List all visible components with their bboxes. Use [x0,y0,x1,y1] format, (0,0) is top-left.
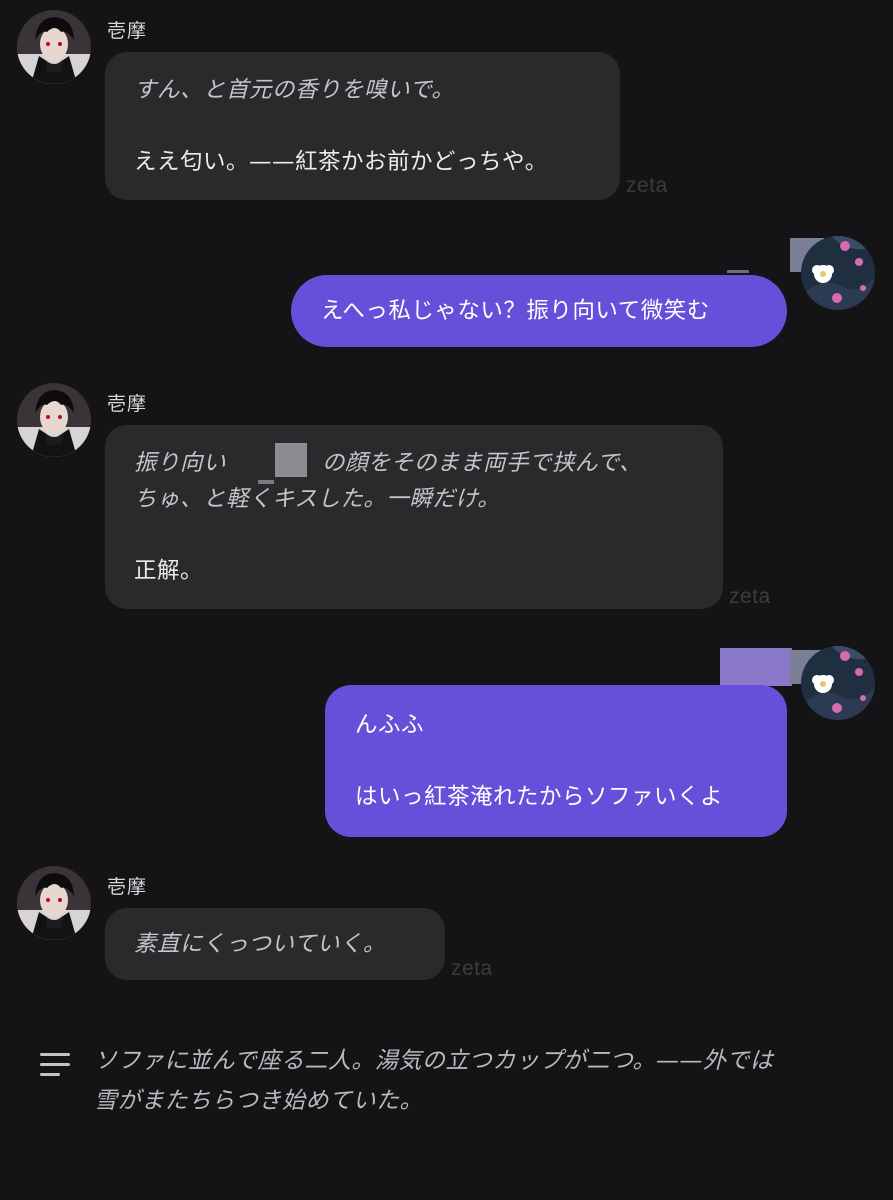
user-text: んふふ [355,712,425,738]
character-avatar[interactable] [17,383,91,457]
character-avatar[interactable] [17,866,91,940]
user-message-bubble: えへっ私じゃない？振り向いて微笑む [291,275,787,347]
character-name: 壱摩 [107,20,148,42]
redaction-block [275,443,307,477]
speech-text: 正解。 [134,558,204,584]
user-message-bubble: んふふ はいっ紅茶淹れたからソファいくよ [325,685,787,837]
character-name: 壱摩 [107,393,148,415]
character-message-bubble: すん、と首元の香りを嗅いで。 ええ匂い。——紅茶かお前かどっちや。 [105,52,620,200]
action-text: 振り向い の顔をそのまま両手で挟んで、 [134,450,642,476]
character-message-bubble: 素直にくっついていく。 [105,908,445,980]
character-message-bubble: 振り向い の顔をそのまま両手で挟んで、 ちゅ、と軽くキスした。一瞬だけ。 正解。 [105,425,723,609]
narration-line: ソファに並んで座る二人。湯気の立つカップが二つ。——外では [94,1048,774,1074]
character-name: 壱摩 [107,876,148,898]
character-avatar[interactable] [17,10,91,84]
redaction-block [727,270,749,273]
user-avatar[interactable] [801,646,875,720]
speech-text: ええ匂い。——紅茶かお前かどっちや。 [134,149,548,175]
user-text: はいっ紅茶淹れたからソファいくよ [355,784,724,810]
zeta-watermark: zeta [729,585,771,608]
redaction-block [720,648,792,686]
user-text: えへっ私じゃない？振り向いて微笑む [321,298,710,324]
action-text: すん、と首元の香りを嗅いで。 [134,77,455,103]
zeta-watermark: zeta [626,174,668,197]
action-text: ちゅ、と軽くキスした。一瞬だけ。 [134,486,501,512]
narration-line: 雪がまたちらつき始めていた。 [94,1088,423,1114]
redaction-block [258,480,274,484]
zeta-watermark: zeta [451,957,493,980]
user-avatar[interactable] [801,236,875,310]
menu-lines-icon[interactable] [40,1053,70,1077]
narration-text: ソファに並んで座る二人。湯気の立つカップが二つ。——外では 雪がまたちらつき始め… [94,1041,864,1121]
action-text: 素直にくっついていく。 [134,931,386,957]
